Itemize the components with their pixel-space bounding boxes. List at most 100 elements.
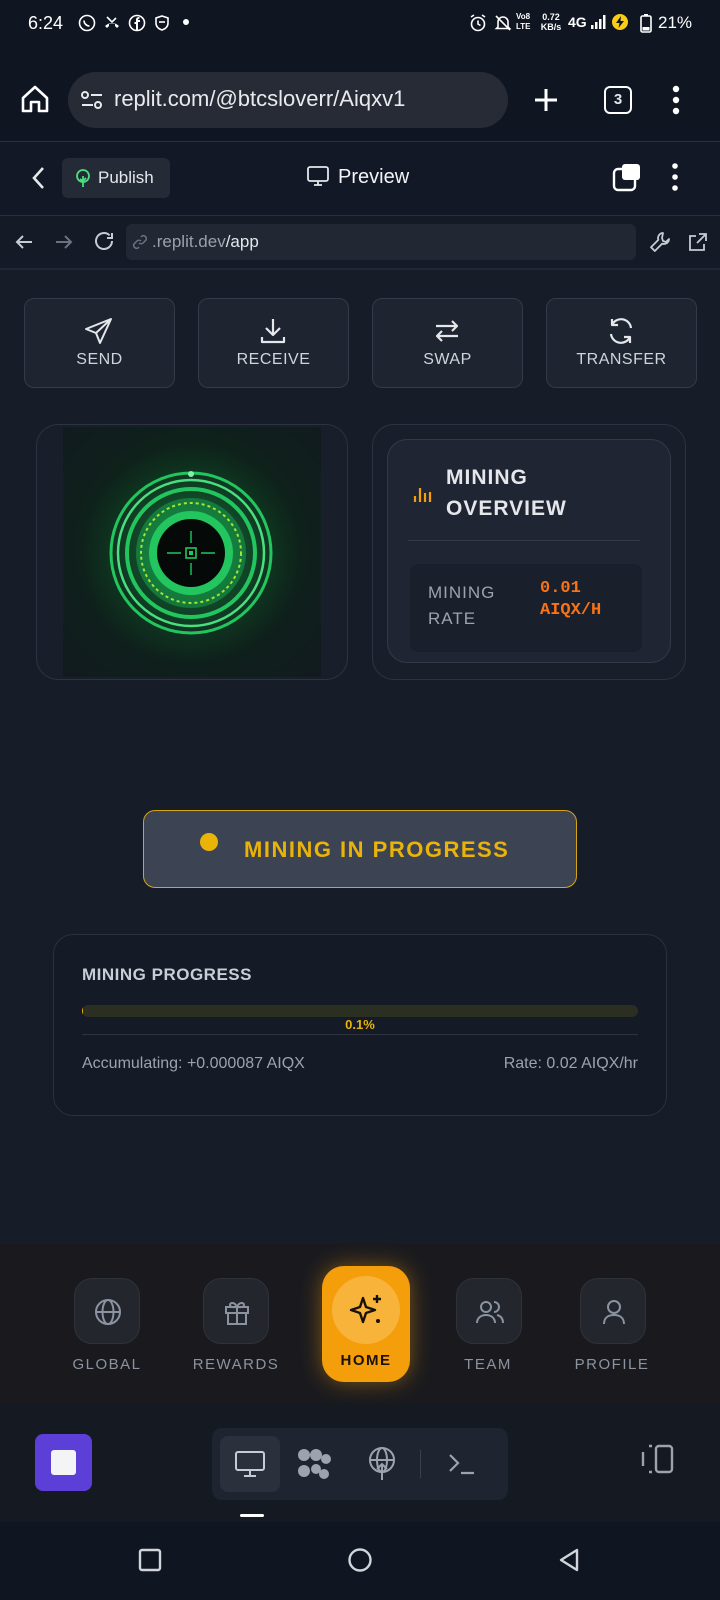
rate-value-line2: AIQX/H — [540, 601, 602, 620]
preview-url-field[interactable]: .replit.dev/app — [126, 224, 636, 260]
battery-percent: 21% — [658, 13, 693, 32]
publish-button[interactable]: Publish — [62, 158, 170, 198]
url-text: replit.com/@btcsloverr/Aiqxv1 — [114, 86, 406, 111]
more-notifications-dot — [183, 19, 189, 25]
mining-rate-label: MINING RATE — [428, 580, 524, 632]
nav-rewards-label: REWARDS — [192, 1356, 280, 1373]
charging-icon — [611, 13, 629, 31]
rate-label-line2: RATE — [428, 609, 477, 628]
swap-button[interactable]: SWAP — [372, 298, 523, 388]
recents-icon[interactable] — [138, 1548, 162, 1572]
preview-url-text: .replit.dev/app — [152, 232, 259, 252]
refresh-icon — [605, 315, 637, 347]
tool-switcher — [212, 1428, 508, 1500]
rate-text: Rate: 0.02 AIQX/hr — [503, 1055, 638, 1072]
transfer-button[interactable]: TRANSFER — [546, 298, 697, 388]
nav-rewards[interactable] — [203, 1278, 269, 1344]
mute-icon — [493, 13, 513, 33]
progress-percent: 0.1% — [345, 1017, 375, 1032]
network-type: 4G — [568, 14, 587, 30]
progress-divider — [82, 1034, 638, 1035]
bar-chart-icon — [412, 482, 432, 504]
sparkles-icon — [348, 1291, 386, 1329]
mining-rate-row: MINING RATE 0.01 AIQX/H — [410, 564, 642, 652]
terminal-tool-icon[interactable] — [446, 1449, 478, 1479]
receive-label: RECEIVE — [236, 351, 311, 368]
nav-profile-label: PROFILE — [574, 1356, 650, 1373]
facebook-icon — [128, 14, 146, 32]
send-icon — [83, 315, 115, 347]
preview-forward-icon[interactable] — [52, 230, 76, 254]
nav-profile[interactable] — [580, 1278, 646, 1344]
status-bar: 6:24 Vo8 LTE 0.72 KB/s 4G 21% — [0, 0, 720, 46]
replit-header: Publish Preview — [0, 142, 720, 216]
nav-team-label: TEAM — [464, 1356, 512, 1373]
preview-reload-icon[interactable] — [92, 229, 116, 253]
overview-title-line2: OVERVIEW — [446, 497, 567, 520]
globe-icon — [93, 1297, 123, 1327]
nav-home[interactable]: HOME — [322, 1266, 410, 1382]
tab-count-button[interactable]: 3 — [604, 86, 632, 114]
nav-home-label: HOME — [340, 1352, 392, 1369]
network-speed-value: 0.72 — [542, 12, 560, 22]
user-icon — [599, 1297, 629, 1327]
tool-separator — [420, 1450, 421, 1478]
layout-panel-icon[interactable] — [640, 1442, 676, 1476]
agent-tool-icon[interactable] — [296, 1447, 332, 1481]
app-viewport: SEND RECEIVE SWAP TRANSFER MINING OVERVI… — [0, 268, 720, 1244]
mining-overview-card: MINING OVERVIEW MINING RATE 0.01 AIQX/H — [372, 424, 686, 680]
accumulating-text: Accumulating: +0.000087 AIQX — [82, 1055, 305, 1072]
address-bar[interactable]: replit.com/@btcsloverr/Aiqxv1 — [68, 72, 508, 128]
receive-button[interactable]: RECEIVE — [198, 298, 349, 388]
tab-count: 3 — [613, 91, 623, 108]
home-icon[interactable] — [18, 82, 52, 116]
nav-global[interactable] — [74, 1278, 140, 1344]
preview-title[interactable]: Preview — [338, 166, 409, 189]
preview-tool-button[interactable] — [220, 1436, 280, 1492]
android-navigation — [0, 1522, 720, 1600]
back-triangle-icon[interactable] — [556, 1547, 582, 1573]
preview-back-icon[interactable] — [12, 230, 36, 254]
back-chevron-icon[interactable] — [28, 164, 50, 192]
signal-icon — [590, 14, 606, 30]
swap-label: SWAP — [423, 351, 472, 368]
missed-call-icon — [103, 14, 121, 32]
home-icon-circle — [332, 1276, 400, 1344]
preview-url-domain: .replit.dev — [152, 232, 226, 251]
progress-fill — [82, 1005, 83, 1017]
mining-progress-title: MINING PROGRESS — [82, 965, 252, 984]
wrench-icon[interactable] — [648, 230, 672, 254]
shield-icon — [153, 14, 171, 32]
header-kebab-icon[interactable] — [670, 162, 680, 192]
new-tab-icon[interactable] — [530, 84, 562, 116]
mining-overview-panel: MINING OVERVIEW MINING RATE 0.01 AIQX/H — [387, 439, 671, 663]
stop-button[interactable] — [35, 1434, 92, 1491]
mining-orb — [63, 427, 321, 677]
publish-label: Publish — [98, 168, 154, 187]
send-button[interactable]: SEND — [24, 298, 175, 388]
link-icon — [132, 234, 148, 250]
monitor-tool-icon — [234, 1449, 266, 1479]
status-time: 6:24 — [28, 13, 64, 33]
preview-browser-bar: .replit.dev/app — [0, 216, 720, 268]
whatsapp-icon — [78, 14, 96, 32]
mining-status-label: MINING IN PROGRESS — [244, 837, 510, 862]
transfer-label: TRANSFER — [576, 351, 667, 368]
menu-kebab-icon[interactable] — [670, 84, 682, 116]
rate-label-line1: MINING — [428, 583, 496, 602]
home-circle-icon[interactable] — [347, 1547, 373, 1573]
site-settings-icon[interactable] — [80, 89, 104, 111]
status-dot — [200, 833, 218, 851]
open-external-icon[interactable] — [686, 230, 710, 254]
deploy-tool-icon[interactable] — [366, 1446, 398, 1482]
mining-status-button[interactable]: MINING IN PROGRESS — [143, 810, 577, 888]
tabs-switcher-icon[interactable] — [612, 162, 642, 192]
nav-team[interactable] — [456, 1278, 522, 1344]
network-speed: 0.72 KB/s — [539, 12, 563, 32]
send-label: SEND — [76, 351, 123, 368]
mining-overview-title: MINING OVERVIEW — [446, 462, 646, 524]
battery-icon — [640, 13, 652, 33]
network-speed-unit: KB/s — [540, 22, 562, 32]
preview-url-path: /app — [225, 232, 259, 251]
stop-icon — [51, 1450, 76, 1475]
